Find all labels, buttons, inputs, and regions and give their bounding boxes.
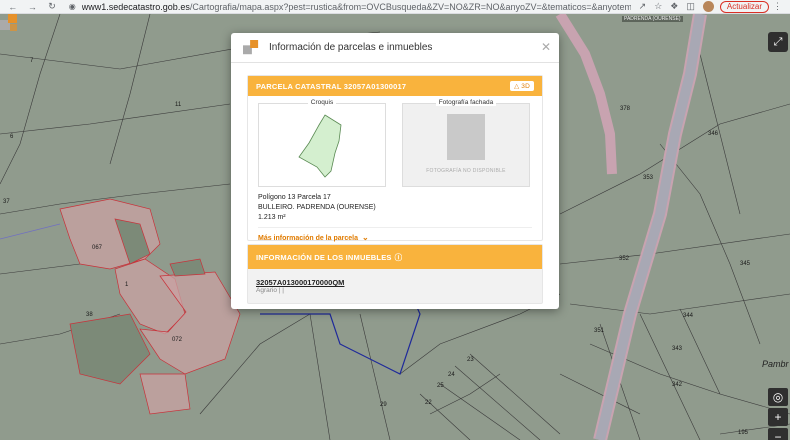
url-host: www1.sedecatastro.gob.es bbox=[81, 1, 190, 12]
parcel-number: 38 bbox=[86, 312, 93, 318]
properties-panel: INFORMACIÓN DE LOS INMUEBLES ⓘ 32057A0130… bbox=[247, 244, 543, 304]
view-3d-button[interactable]: △ 3D bbox=[510, 81, 534, 91]
parcel-number: 072 bbox=[172, 337, 183, 343]
back-icon[interactable]: ← bbox=[6, 0, 20, 14]
site-info-icon[interactable]: ◉ bbox=[69, 2, 76, 11]
map-controls: ◎ + − bbox=[768, 388, 788, 440]
catastro-logo bbox=[0, 14, 17, 31]
parcel-number: 22 bbox=[425, 400, 432, 406]
view-3d-label: 3D bbox=[521, 83, 530, 90]
parcel-number: 352 bbox=[619, 256, 630, 262]
croquis-label: Croquis bbox=[307, 99, 337, 106]
chevron-down-icon: ⌄ bbox=[361, 233, 369, 242]
dialog-header: Información de parcelas e inmuebles bbox=[231, 33, 559, 63]
zoom-out-button[interactable]: − bbox=[768, 428, 788, 440]
update-button[interactable]: Actualizar bbox=[719, 0, 769, 13]
no-photo-text: FOTOGRAFÍA NO DISPONIBLE bbox=[426, 168, 506, 174]
forward-icon[interactable]: → bbox=[26, 0, 40, 14]
more-info-label: Más información de la parcela bbox=[258, 235, 358, 242]
extensions-icon[interactable]: ❖ bbox=[670, 1, 678, 12]
locate-button[interactable]: ◎ bbox=[768, 388, 788, 406]
parcel-number: 23 bbox=[467, 357, 474, 363]
parcel-number: 11 bbox=[175, 102, 182, 108]
reload-icon[interactable]: ↻ bbox=[45, 0, 59, 14]
url-path: /Cartografia/mapa.aspx?pest=rustica&from… bbox=[189, 1, 631, 12]
parcel-number: 067 bbox=[92, 245, 103, 251]
property-item[interactable]: 32057A013000170000QM Agrario | | bbox=[256, 278, 344, 294]
parcel-number: 346 bbox=[708, 131, 719, 137]
info-icon[interactable]: ⓘ bbox=[395, 252, 403, 263]
fullscreen-button[interactable]: ⤢ bbox=[768, 32, 788, 52]
catastro-logo bbox=[243, 39, 259, 54]
parcel-number: 7 bbox=[30, 58, 34, 64]
property-reference[interactable]: 32057A013000170000QM bbox=[256, 278, 344, 287]
parcel-number: 6 bbox=[10, 134, 14, 140]
sidebar-icon[interactable]: ◫ bbox=[686, 1, 695, 12]
facade-label: Fotografía fachada bbox=[435, 99, 497, 106]
dialog-title: Información de parcelas e inmuebles bbox=[269, 42, 433, 53]
properties-title: INFORMACIÓN DE LOS INMUEBLES bbox=[256, 252, 392, 262]
menu-icon[interactable]: ⋮ bbox=[773, 1, 782, 12]
map-location-label: PADRENDA (OURENSE) bbox=[622, 16, 683, 22]
bookmark-icon[interactable]: ☆ bbox=[654, 1, 662, 12]
croquis-box[interactable]: Croquis bbox=[258, 99, 386, 187]
poligono-text: Polígono 13 Parcela 17 bbox=[258, 194, 331, 201]
parcel-number: 343 bbox=[672, 346, 683, 352]
parcel-number: 195 bbox=[738, 430, 749, 436]
more-info-link[interactable]: Más información de la parcela ⌄ bbox=[258, 233, 369, 242]
facade-photo-box: Fotografía fachada FOTOGRAFÍA NO DISPONI… bbox=[402, 99, 530, 187]
zoom-in-button[interactable]: + bbox=[768, 408, 788, 426]
parcel-reference: PARCELA CATASTRAL 32057A01300017 bbox=[256, 81, 407, 91]
parcel-info-dialog: Información de parcelas e inmuebles ✕ PA… bbox=[231, 33, 559, 309]
parcel-panel: PARCELA CATASTRAL 32057A01300017 △ 3D Cr… bbox=[247, 75, 543, 242]
area-text: 1.213 m² bbox=[258, 214, 286, 221]
parcel-header: PARCELA CATASTRAL 32057A01300017 △ 3D bbox=[248, 76, 542, 96]
parcel-number: 353 bbox=[643, 175, 654, 181]
parcel-number: 351 bbox=[594, 328, 605, 334]
properties-header: INFORMACIÓN DE LOS INMUEBLES ⓘ bbox=[248, 245, 542, 269]
parcel-number: 29 bbox=[380, 402, 387, 408]
browser-toolbar: ← → ↻ ◉ www1.sedecatastro.gob.es/Cartogr… bbox=[0, 0, 790, 14]
parcel-number: 1 bbox=[125, 282, 129, 288]
parcel-number: 37 bbox=[3, 199, 10, 205]
parcel-sketch bbox=[298, 114, 342, 178]
place-name: Pambr bbox=[762, 359, 789, 369]
parcel-number: 378 bbox=[620, 106, 631, 112]
location-text: BULLEIRO. PADRENDA (OURENSE) bbox=[258, 204, 376, 211]
parcel-number: 25 bbox=[437, 383, 444, 389]
parcel-number: 24 bbox=[448, 372, 455, 378]
building-placeholder-icon bbox=[447, 114, 485, 160]
close-icon[interactable]: ✕ bbox=[541, 40, 551, 54]
avatar[interactable] bbox=[702, 1, 714, 12]
property-use: Agrario | | bbox=[256, 287, 284, 294]
address-bar[interactable]: www1.sedecatastro.gob.es/Cartografia/map… bbox=[82, 2, 631, 12]
parcel-number: 345 bbox=[740, 261, 751, 267]
divider bbox=[258, 227, 532, 228]
parcel-number: 344 bbox=[683, 313, 694, 319]
parcel-details: Polígono 13 Parcela 17 BULLEIRO. PADREND… bbox=[258, 193, 376, 223]
share-icon[interactable]: ↗ bbox=[639, 1, 647, 12]
parcel-number: 342 bbox=[672, 382, 683, 388]
